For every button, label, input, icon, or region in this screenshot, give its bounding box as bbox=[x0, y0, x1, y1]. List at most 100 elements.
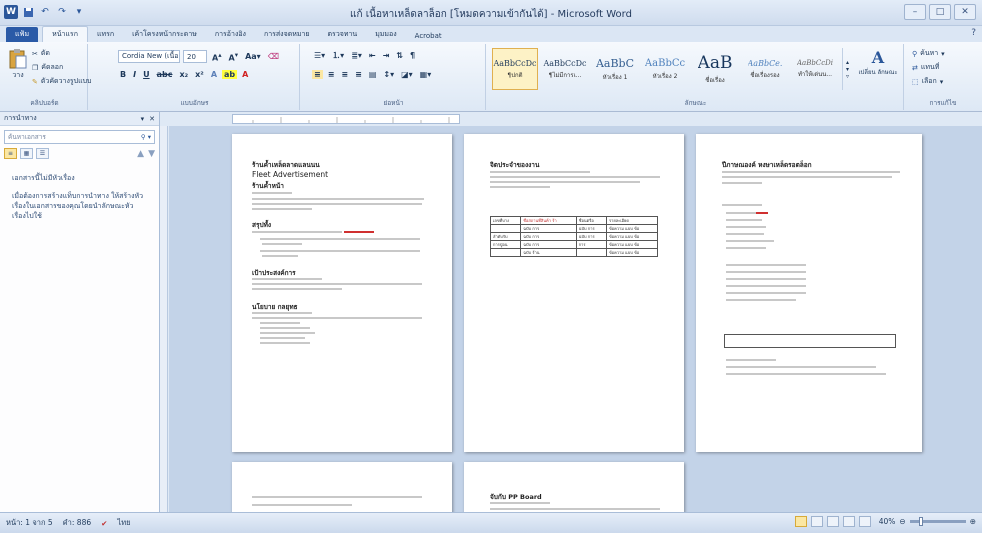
style-emphasis[interactable]: AaBbCcDi ทำให้เด่นน... bbox=[792, 48, 838, 90]
text-line bbox=[252, 231, 342, 233]
align-left-icon[interactable]: ≡ bbox=[312, 70, 323, 79]
search-icon[interactable]: ⚲ ▾ bbox=[141, 133, 151, 141]
browse-headings-icon[interactable]: ≡ bbox=[4, 148, 17, 159]
nav-search-input[interactable]: ค้นหาเอกสาร ⚲ ▾ bbox=[4, 130, 155, 144]
document-workspace[interactable]: ร้านค้ำเหล็ดลาดแลนนน Fleet Advertisement… bbox=[169, 126, 982, 512]
justify-icon[interactable]: ≡ bbox=[353, 70, 364, 79]
bold-icon[interactable]: B bbox=[118, 70, 128, 79]
horizontal-ruler[interactable] bbox=[232, 114, 460, 124]
sort-icon[interactable]: ⇅ bbox=[394, 51, 405, 60]
style-normal[interactable]: AaBbCcDc ¶ปกติ bbox=[492, 48, 538, 90]
format-painter-button[interactable]: ✎ ตัวคัดวางรูปแบบ bbox=[32, 76, 91, 87]
font-name-combo[interactable]: Cordia New (เนื้อ bbox=[118, 50, 180, 63]
align-center-icon[interactable]: ≡ bbox=[326, 70, 337, 79]
print-layout-view-icon[interactable] bbox=[794, 516, 807, 527]
window-title: แก้ เนื้อหาเหล็ดลาล็อก [โหมดความเข้ากันไ… bbox=[350, 9, 632, 20]
web-layout-view-icon[interactable] bbox=[826, 516, 839, 527]
tab-mailings[interactable]: การส่งจดหมาย bbox=[255, 27, 319, 42]
tab-file[interactable]: แฟ้ม bbox=[6, 27, 39, 42]
proofing-icon[interactable]: ✔ bbox=[101, 519, 107, 528]
copy-button[interactable]: ❐ คัดลอก bbox=[32, 62, 63, 73]
close-button[interactable]: ✕ bbox=[954, 4, 976, 20]
page-count[interactable]: หน้า: 1 จาก 5 bbox=[6, 517, 53, 529]
help-icon[interactable]: ? bbox=[971, 28, 976, 38]
change-case-icon[interactable]: Aa▾ bbox=[243, 52, 263, 61]
clear-format-icon[interactable]: ⌫ bbox=[266, 52, 281, 61]
zoom-out-icon[interactable]: ⊖ bbox=[899, 517, 905, 526]
shrink-font-icon[interactable]: A▾ bbox=[227, 51, 241, 63]
increase-indent-icon[interactable]: ⇥ bbox=[381, 51, 392, 60]
minimize-button[interactable]: – bbox=[904, 4, 926, 20]
replace-button[interactable]: ⇄ แทนที่ bbox=[912, 62, 939, 73]
nav-menu-icon[interactable]: ▾ bbox=[141, 115, 145, 123]
align-right-icon[interactable]: ≡ bbox=[339, 70, 350, 79]
bullets-icon[interactable]: ☰▾ bbox=[312, 51, 327, 60]
styles-scroll[interactable]: ▴ ▾ ▿ bbox=[842, 48, 852, 90]
tab-review[interactable]: ตรวจทาน bbox=[319, 27, 367, 42]
multilevel-icon[interactable]: ≣▾ bbox=[349, 51, 364, 60]
style-subtitle[interactable]: AaBbCe. ชื่อเรื่องรอง bbox=[742, 48, 788, 90]
text-line bbox=[726, 271, 806, 273]
outline-view-icon[interactable] bbox=[842, 516, 855, 527]
next-heading-icon[interactable]: ▼ bbox=[148, 149, 155, 159]
tab-insert[interactable]: แทรก bbox=[88, 27, 123, 42]
text-line bbox=[726, 292, 806, 294]
table-cell: เลขที่บาง bbox=[489, 216, 522, 225]
document-table: เลขที่บาง ชื่อสถานที่สินค้า ร้า ชื่อนตรือร… bbox=[489, 216, 659, 257]
select-button[interactable]: ⬚ เลือก ▾ bbox=[912, 76, 943, 87]
tab-home[interactable]: หน้าแรก bbox=[42, 26, 88, 42]
previous-heading-icon[interactable]: ▲ bbox=[137, 149, 144, 159]
full-screen-view-icon[interactable] bbox=[810, 516, 823, 527]
table-cell: การ bbox=[575, 240, 607, 249]
ribbon: วาง ✂ ตัด ❐ คัดลอก ✎ ตัวคัดวางรูปแบบ คลิปบอ… bbox=[0, 42, 982, 112]
zoom-in-icon[interactable]: ⊕ bbox=[970, 517, 976, 526]
superscript-icon[interactable]: x² bbox=[193, 70, 206, 79]
document-page[interactable]: ปีภาษณองค์ หงษาเหล็ดรอตล็อก bbox=[696, 134, 922, 452]
subscript-icon[interactable]: x₂ bbox=[177, 70, 190, 79]
text-effects-icon[interactable]: A bbox=[209, 70, 219, 79]
grow-font-icon[interactable]: A▴ bbox=[210, 51, 224, 63]
show-marks-icon[interactable]: ¶ bbox=[408, 51, 417, 60]
table-cell: ลำดับรับ bbox=[489, 232, 522, 241]
document-page[interactable]: จิตประจำของงาน เลขที่บาง ชื่อสถานที่สินค้… bbox=[464, 134, 684, 452]
zoom-slider-thumb[interactable] bbox=[918, 517, 923, 526]
document-page[interactable]: ร้านค้ำเหล็ดลาดแลนนน Fleet Advertisement… bbox=[232, 134, 452, 452]
numbering-icon[interactable]: ⒈▾ bbox=[330, 50, 346, 61]
style-title[interactable]: AaB ชื่อเรื่อง bbox=[692, 48, 738, 90]
nav-close-icon[interactable]: ✕ bbox=[149, 115, 155, 123]
change-styles-button[interactable]: A เปลี่ยน ลักษณะ bbox=[856, 48, 900, 90]
tab-view[interactable]: มุมมอง bbox=[366, 27, 405, 42]
tab-references[interactable]: การอ้างอิง bbox=[206, 27, 255, 42]
draft-view-icon[interactable] bbox=[858, 516, 871, 527]
browse-pages-icon[interactable]: ▦ bbox=[20, 148, 33, 159]
word-count[interactable]: คำ: 886 bbox=[63, 517, 91, 529]
table-row: ลำดับรับ ฉบับ การ ฉบับ การ ข้อความ แบบ ข้อ bbox=[489, 232, 659, 241]
style-heading-1[interactable]: AaBbC หัวเรื่อง 1 bbox=[592, 48, 638, 90]
styles-group-label: ลักษณะ bbox=[684, 99, 707, 107]
borders-icon[interactable]: ▦▾ bbox=[418, 70, 434, 79]
line-spacing-icon[interactable]: ↕▾ bbox=[381, 70, 396, 79]
style-no-spacing[interactable]: AaBbCcDc ¶ไม่มีการเ... bbox=[542, 48, 588, 90]
maximize-button[interactable]: □ bbox=[929, 4, 951, 20]
browse-results-icon[interactable]: ☰ bbox=[36, 148, 49, 159]
font-size-combo[interactable]: 20 bbox=[183, 50, 207, 63]
document-page[interactable] bbox=[232, 462, 452, 512]
language-indicator[interactable]: ไทย bbox=[117, 517, 130, 529]
thai-distribute-icon[interactable]: ▤ bbox=[367, 70, 379, 79]
highlight-icon[interactable]: ab bbox=[222, 70, 238, 79]
tab-acrobat[interactable]: Acrobat bbox=[406, 30, 451, 42]
zoom-level[interactable]: 40% bbox=[879, 517, 896, 526]
shading-icon[interactable]: ◪▾ bbox=[399, 70, 415, 79]
find-button[interactable]: ⚲ ค้นหา ▾ bbox=[912, 48, 945, 59]
cut-button[interactable]: ✂ ตัด bbox=[32, 48, 50, 59]
decrease-indent-icon[interactable]: ⇤ bbox=[367, 51, 378, 60]
style-heading-2[interactable]: AaBbCc หัวเรื่อง 2 bbox=[642, 48, 688, 90]
strikethrough-icon[interactable]: abc bbox=[155, 70, 175, 79]
document-page[interactable]: จับกับ PP Board bbox=[464, 462, 684, 512]
underline-icon[interactable]: U bbox=[141, 70, 152, 79]
zoom-slider[interactable] bbox=[909, 517, 966, 526]
tab-page-layout[interactable]: เค้าโครงหน้ากระดาษ bbox=[123, 27, 206, 42]
paste-button[interactable]: วาง bbox=[6, 48, 30, 88]
font-color-icon[interactable]: A bbox=[240, 70, 250, 79]
italic-icon[interactable]: I bbox=[131, 70, 138, 79]
